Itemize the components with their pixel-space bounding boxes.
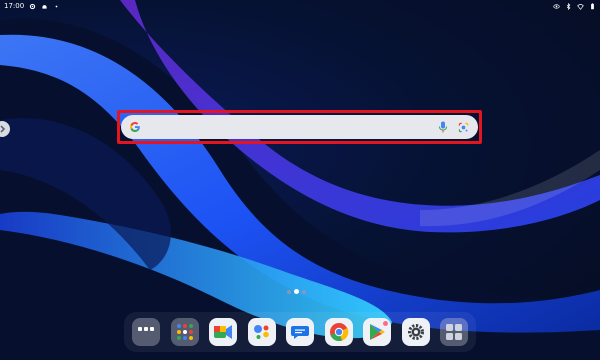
wifi-icon <box>577 3 584 10</box>
recents-grid-icon <box>446 324 462 340</box>
dock-item-settings[interactable] <box>401 318 430 346</box>
meet-icon <box>214 325 232 339</box>
page-dot[interactable] <box>302 289 306 294</box>
dot-icon <box>55 5 58 7</box>
google-lens-icon <box>458 122 468 132</box>
status-left: 17:00 <box>4 2 60 10</box>
google-g-icon <box>130 122 140 132</box>
dock-item-app-drawer[interactable] <box>132 318 160 346</box>
chrome-icon <box>329 323 348 342</box>
assistant-icon <box>253 325 269 339</box>
dock-item-google-assistant[interactable] <box>247 318 276 346</box>
app-drawer-icon <box>138 327 154 331</box>
android-icon <box>42 4 47 9</box>
page-dot-active[interactable] <box>294 289 299 294</box>
dock-item-play-store[interactable] <box>363 318 391 346</box>
battery-icon <box>591 2 594 9</box>
status-right <box>553 2 596 10</box>
google-search-bar[interactable] <box>121 115 478 139</box>
status-bar: 17:00 <box>0 0 600 12</box>
page-dot[interactable] <box>287 289 291 294</box>
folder-grid-icon <box>176 324 193 340</box>
messages-icon <box>291 326 309 339</box>
chevron-right-icon <box>0 125 6 133</box>
dock <box>124 312 476 352</box>
lens-search-button[interactable] <box>456 120 470 134</box>
dock-item-google-meet[interactable] <box>209 318 237 346</box>
dock-item-apps-folder[interactable] <box>170 318 199 346</box>
dock-item-recent-apps[interactable] <box>440 318 468 346</box>
bluetooth-icon <box>566 2 571 10</box>
play-store-icon <box>370 324 385 340</box>
status-time: 17:00 <box>4 2 25 10</box>
dock-item-messages[interactable] <box>286 318 314 346</box>
mic-icon <box>439 121 447 133</box>
search-input[interactable] <box>147 117 430 137</box>
gear-icon <box>30 3 36 9</box>
wallpaper <box>0 0 600 360</box>
notification-badge <box>383 321 388 326</box>
settings-icon <box>407 324 424 340</box>
voice-search-button[interactable] <box>436 120 450 134</box>
page-indicator <box>287 289 306 294</box>
dock-item-chrome[interactable] <box>324 318 353 346</box>
eye-icon <box>553 3 560 9</box>
